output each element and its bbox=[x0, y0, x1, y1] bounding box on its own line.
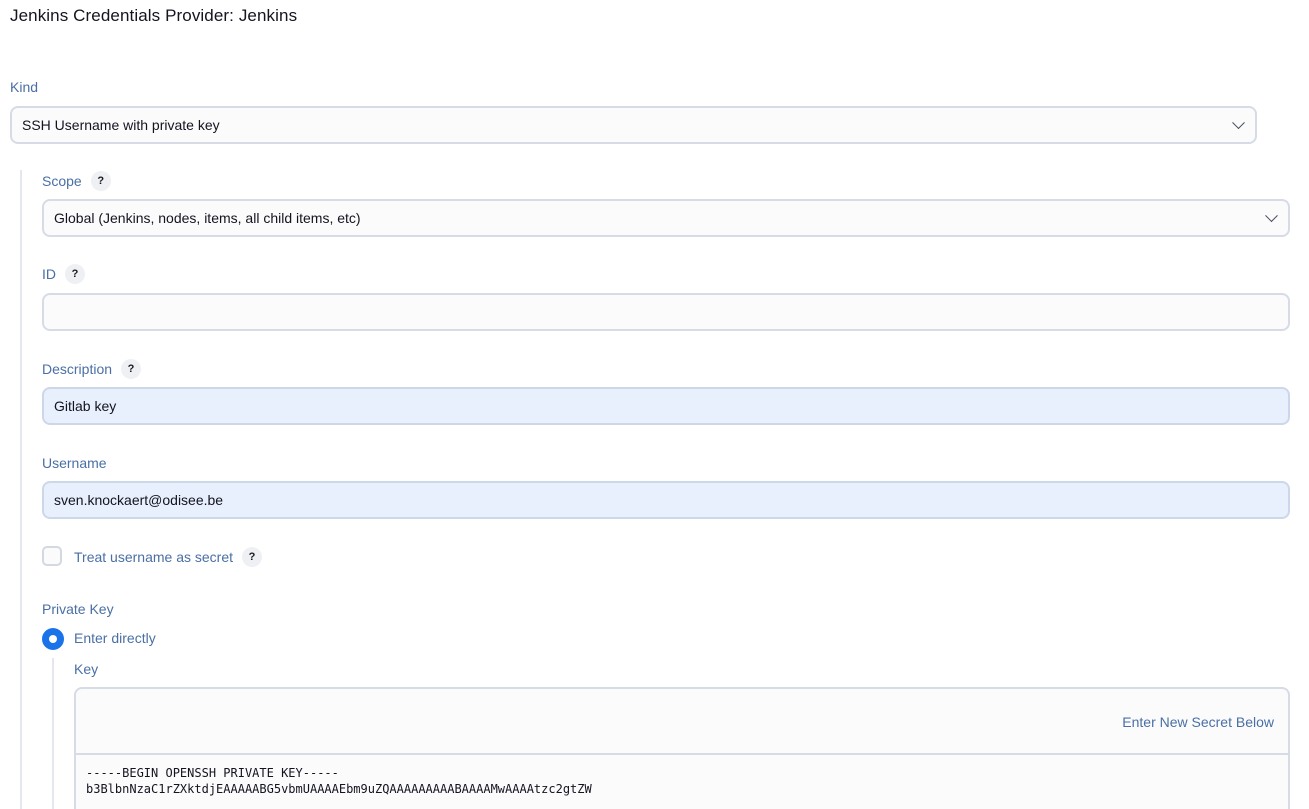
private-key-label-text: Private Key bbox=[42, 601, 114, 617]
treat-username-secret-checkbox[interactable] bbox=[42, 546, 62, 566]
enter-new-secret-link[interactable]: Enter New Secret Below bbox=[1122, 714, 1274, 730]
description-label: Description ? bbox=[42, 359, 142, 379]
treat-username-secret-text[interactable]: Treat username as secret bbox=[74, 549, 233, 565]
id-label: ID ? bbox=[42, 264, 85, 284]
treat-username-secret-label: Treat username as secret ? bbox=[74, 547, 262, 567]
username-input[interactable]: sven.knockaert@odisee.be bbox=[42, 481, 1290, 519]
kind-select[interactable]: SSH Username with private key bbox=[10, 106, 1257, 144]
help-icon[interactable]: ? bbox=[90, 171, 111, 191]
description-label-text: Description bbox=[42, 361, 113, 377]
kind-label-text: Kind bbox=[10, 79, 39, 95]
secret-header: Enter New Secret Below bbox=[76, 689, 1288, 755]
private-key-group-divider bbox=[52, 658, 54, 809]
help-icon[interactable]: ? bbox=[242, 547, 262, 567]
scope-value: Global (Jenkins, nodes, items, all child… bbox=[54, 210, 361, 226]
id-input[interactable] bbox=[42, 293, 1290, 331]
chevron-down-icon bbox=[1265, 209, 1278, 223]
description-value: Gitlab key bbox=[54, 398, 117, 414]
page-title: Jenkins Credentials Provider: Jenkins bbox=[10, 6, 298, 25]
username-value: sven.knockaert@odisee.be bbox=[54, 492, 224, 508]
credentials-form: Jenkins Credentials Provider: Jenkins Ki… bbox=[0, 0, 1309, 809]
radio-selected-dot bbox=[49, 635, 57, 643]
username-label: Username bbox=[42, 455, 107, 471]
help-icon[interactable]: ? bbox=[65, 264, 85, 284]
key-line: b3BlbnNzaC1rZXktdjEAAAAABG5vbmUAAAAEbm9u… bbox=[86, 782, 592, 796]
key-secret-field: Enter New Secret Below -----BEGIN OPENSS… bbox=[74, 687, 1290, 809]
description-input[interactable]: Gitlab key bbox=[42, 387, 1290, 425]
scope-label: Scope ? bbox=[42, 171, 111, 191]
key-label: Key bbox=[74, 661, 98, 677]
private-key-label: Private Key bbox=[42, 601, 114, 617]
username-label-text: Username bbox=[42, 455, 107, 471]
scope-label-text: Scope bbox=[42, 173, 82, 189]
kind-group-divider bbox=[20, 170, 22, 809]
kind-value: SSH Username with private key bbox=[22, 117, 220, 133]
enter-directly-radio[interactable] bbox=[42, 628, 64, 650]
help-icon[interactable]: ? bbox=[121, 359, 142, 379]
kind-label: Kind bbox=[10, 79, 38, 95]
key-line: -----BEGIN OPENSSH PRIVATE KEY----- bbox=[86, 766, 339, 780]
enter-directly-label[interactable]: Enter directly bbox=[74, 630, 156, 646]
key-textarea[interactable]: -----BEGIN OPENSSH PRIVATE KEY----- b3Blb… bbox=[76, 755, 1288, 797]
scope-select[interactable]: Global (Jenkins, nodes, items, all child… bbox=[42, 199, 1290, 237]
id-label-text: ID bbox=[42, 266, 56, 282]
chevron-down-icon bbox=[1232, 116, 1245, 130]
key-label-text: Key bbox=[74, 661, 99, 677]
